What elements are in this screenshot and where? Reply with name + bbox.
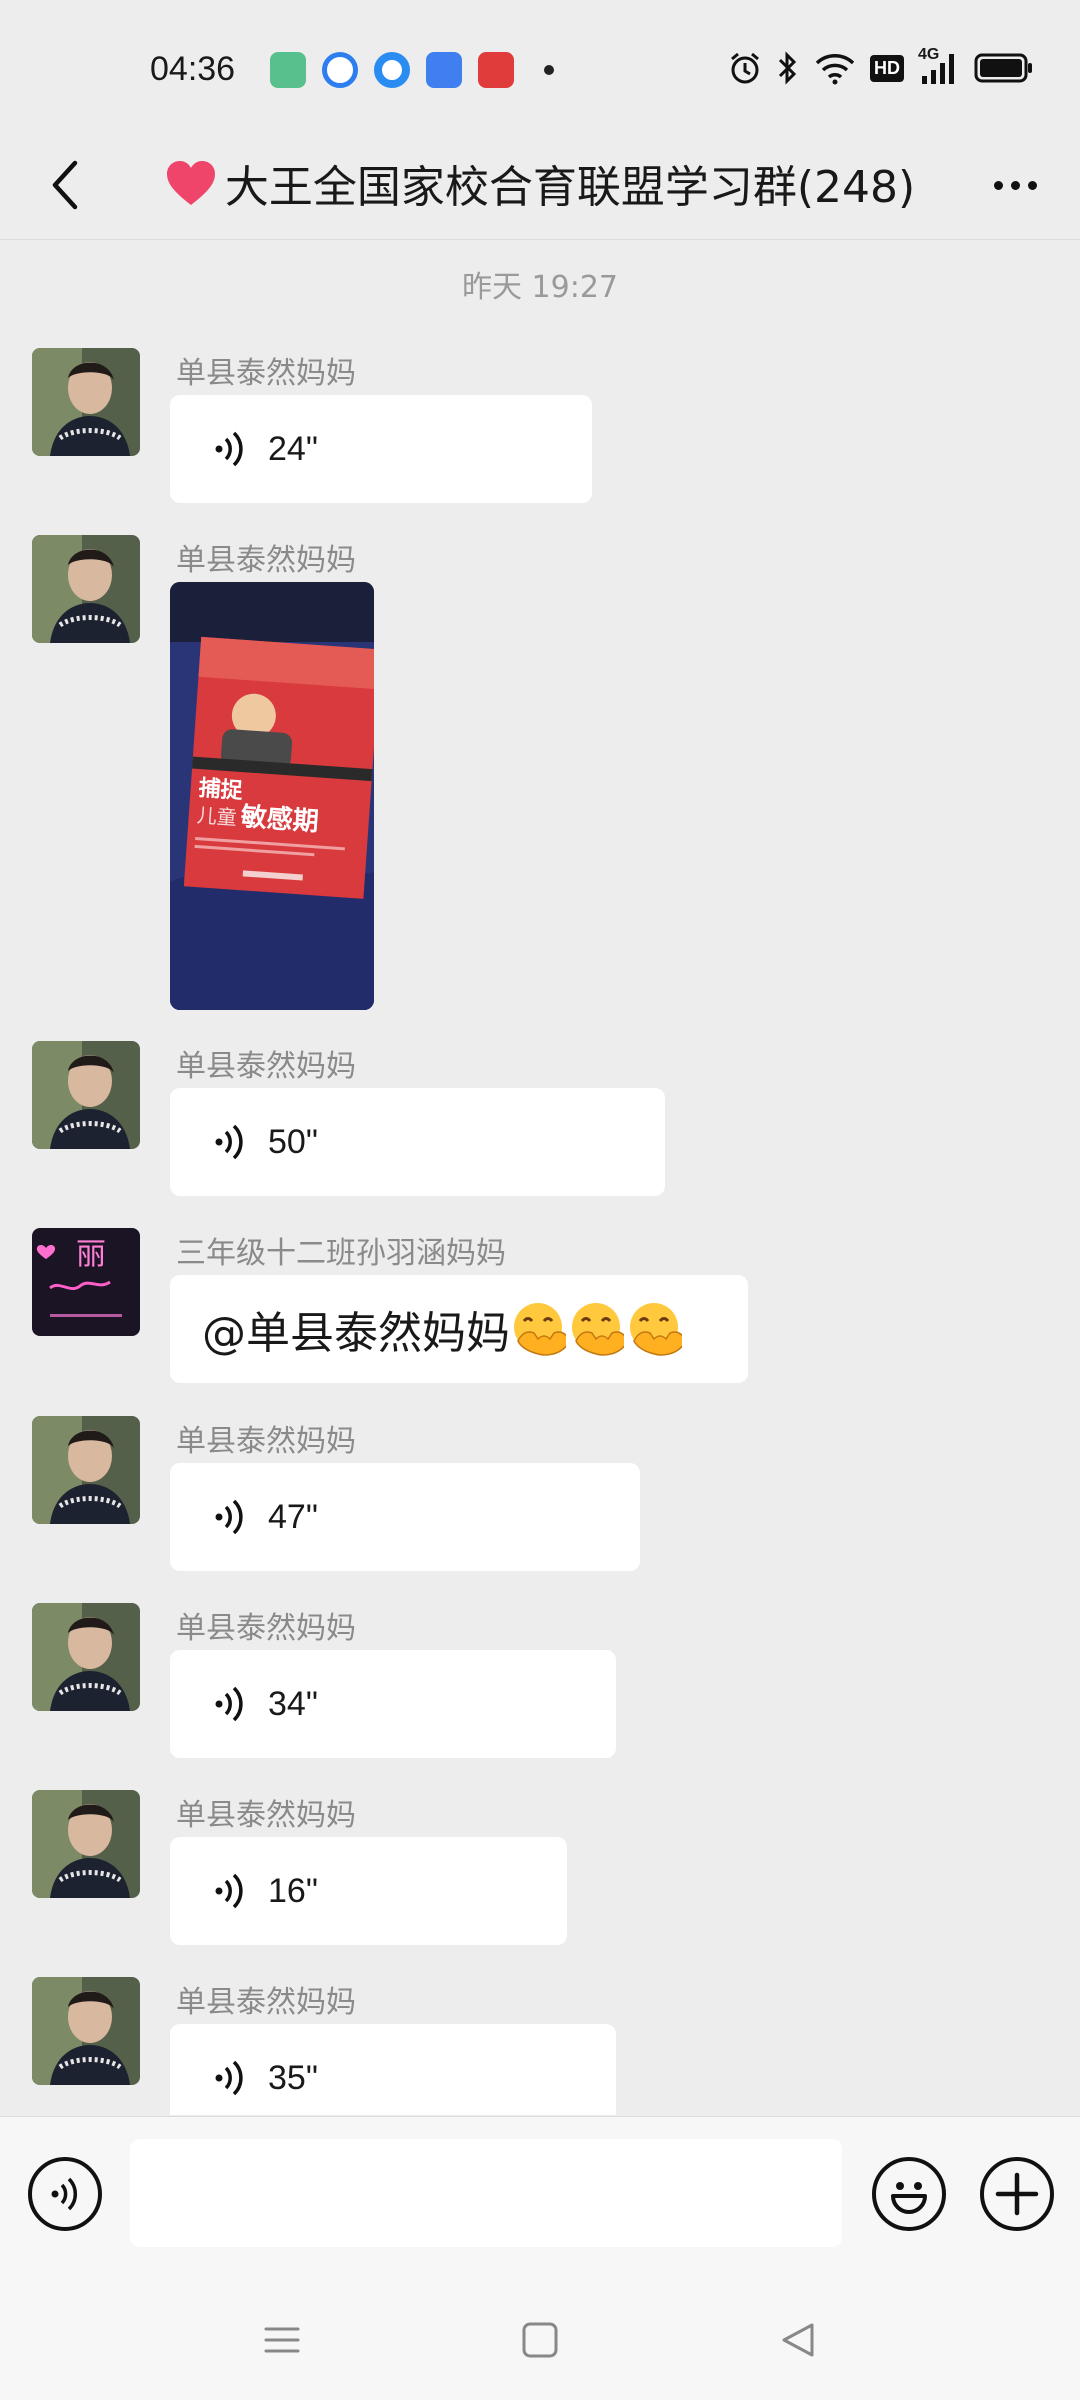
system-icons: HD 4G: [728, 46, 1034, 86]
list-item: 单县泰然妈妈 捕捉 儿童 敏感期: [32, 535, 1032, 1015]
avatar[interactable]: [32, 1977, 140, 2085]
system-back-button[interactable]: [768, 2310, 828, 2370]
hand-over-mouth-emoji-icon: [630, 1303, 682, 1356]
avatar-text: 丽: [76, 1237, 106, 1272]
browser-notification-icon: [322, 52, 358, 88]
back-arrow-icon: [52, 160, 78, 210]
list-item: 单县泰然妈妈 34": [32, 1603, 1032, 1763]
list-item: 单县泰然妈妈 47": [32, 1416, 1032, 1576]
sender-name: 单县泰然妈妈: [176, 1611, 356, 1646]
voice-message-bubble[interactable]: 16": [170, 1837, 567, 1945]
avatar[interactable]: [32, 1790, 140, 1898]
notification-icons: [270, 52, 554, 88]
back-triangle-icon: [782, 2323, 814, 2357]
avatar[interactable]: [32, 535, 140, 643]
wifi-icon: [815, 54, 855, 85]
voice-wave-icon: [215, 431, 243, 467]
voice-message-bubble[interactable]: 50": [170, 1088, 665, 1196]
sender-name: 单县泰然妈妈: [176, 356, 356, 391]
sender-name: 单县泰然妈妈: [176, 543, 356, 578]
alarm-icon: [731, 52, 759, 84]
back-button[interactable]: [30, 150, 100, 220]
voice-wave-icon: [215, 1686, 243, 1722]
message-input[interactable]: [130, 2139, 842, 2247]
list-item: 丽 三年级十二班孙羽涵妈妈 @单县泰然妈妈: [32, 1228, 1032, 1388]
voice-message-bubble[interactable]: 47": [170, 1463, 640, 1571]
bluetooth-icon: [778, 51, 797, 85]
image-message[interactable]: 捕捉 儿童 敏感期: [170, 582, 374, 1010]
list-item: 单县泰然妈妈 50": [32, 1041, 1032, 1201]
voice-wave-icon: [215, 1124, 243, 1160]
voice-duration: 35": [268, 2058, 318, 2097]
avatar[interactable]: [32, 1041, 140, 1149]
voice-duration: 47": [268, 1497, 318, 1536]
emoji-icon: [891, 2182, 927, 2214]
voice-message-bubble[interactable]: 34": [170, 1650, 616, 1758]
more-dots-icon: [1010, 180, 1020, 190]
cell-signal-icon: 4G: [918, 46, 960, 86]
avatar[interactable]: 丽: [32, 1228, 140, 1336]
app-notification-icon: [374, 52, 410, 88]
home-button[interactable]: [510, 2310, 570, 2370]
voice-input-button[interactable]: [28, 2157, 102, 2231]
chat-title: 大王全国家校合育联盟学习群(248): [150, 148, 930, 218]
system-navigation-bar: [0, 2278, 1080, 2400]
message-text: @单县泰然妈妈: [202, 1308, 510, 1359]
avatar[interactable]: [32, 1416, 140, 1524]
hand-over-mouth-emoji-icon: [514, 1303, 566, 1356]
app-notification-icon: [478, 52, 514, 88]
more-dots-icon: [1027, 180, 1037, 190]
hd-badge: HD: [870, 54, 904, 82]
emoji-button[interactable]: [872, 2157, 946, 2231]
sender-name: 单县泰然妈妈: [176, 1049, 356, 1084]
chat-header: 大王全国家校合育联盟学习群(248): [0, 130, 1080, 240]
voice-message-bubble[interactable]: 35": [170, 2024, 616, 2115]
sender-name: 单县泰然妈妈: [176, 1798, 356, 1833]
emoji-group: [510, 1301, 682, 1357]
voice-message-bubble[interactable]: 24": [170, 395, 592, 503]
avatar[interactable]: [32, 348, 140, 456]
app-notification-icon: [426, 52, 462, 88]
book-title-line1: 捕捉: [198, 776, 245, 804]
voice-wave-icon: [215, 1499, 243, 1535]
status-time: 04:36: [150, 50, 236, 88]
message-timestamp: 昨天 19:27: [462, 270, 618, 305]
message-list[interactable]: 昨天 19:27 单县泰然妈妈 24" 单县泰然妈妈 捕捉 儿童 敏感期 单县泰…: [0, 240, 1080, 2115]
voice-wave-icon: [215, 2060, 243, 2096]
list-item: 单县泰然妈妈 35": [32, 1977, 1032, 2115]
avatar[interactable]: [32, 1603, 140, 1711]
sender-name: 单县泰然妈妈: [176, 1424, 356, 1459]
book-title-line2b: 敏感期: [239, 802, 320, 837]
voice-duration: 24": [268, 429, 318, 468]
voice-wave-icon: [215, 1873, 243, 1909]
battery-icon: [974, 53, 1032, 83]
menu-icon: [264, 2327, 300, 2353]
text-message-bubble[interactable]: @单县泰然妈妈: [170, 1275, 748, 1383]
plus-icon: [995, 2172, 1039, 2216]
status-bar: 04:36 HD 4G: [0, 0, 1080, 130]
more-options-button[interactable]: [980, 150, 1050, 220]
voice-duration: 16": [268, 1871, 318, 1910]
more-notifications-icon: [544, 65, 554, 75]
recent-apps-button[interactable]: [252, 2310, 312, 2370]
plus-button[interactable]: [980, 2157, 1054, 2231]
voice-input-icon: [51, 2177, 77, 2211]
input-bar: [0, 2116, 1080, 2278]
book-title-line2a: 儿童: [196, 803, 238, 830]
sender-name: 三年级十二班孙羽涵妈妈: [176, 1236, 506, 1271]
list-item: 单县泰然妈妈 16": [32, 1790, 1032, 1950]
voice-duration: 34": [268, 1684, 318, 1723]
more-dots-icon: [993, 180, 1003, 190]
group-name: 大王全国家校合育联盟学习群(248): [224, 162, 916, 213]
heart-icon: [166, 161, 215, 205]
sender-name: 单县泰然妈妈: [176, 1985, 356, 2020]
app-notification-icon: [270, 52, 306, 88]
hand-over-mouth-emoji-icon: [572, 1303, 624, 1356]
chat-screen: 04:36 HD 4G 大王全国家校合育联盟学习群(248) 昨天 19:27 …: [0, 0, 1080, 2400]
voice-duration: 50": [268, 1122, 318, 1161]
list-item: 单县泰然妈妈 24": [32, 348, 1032, 508]
home-square-icon: [522, 2322, 558, 2358]
